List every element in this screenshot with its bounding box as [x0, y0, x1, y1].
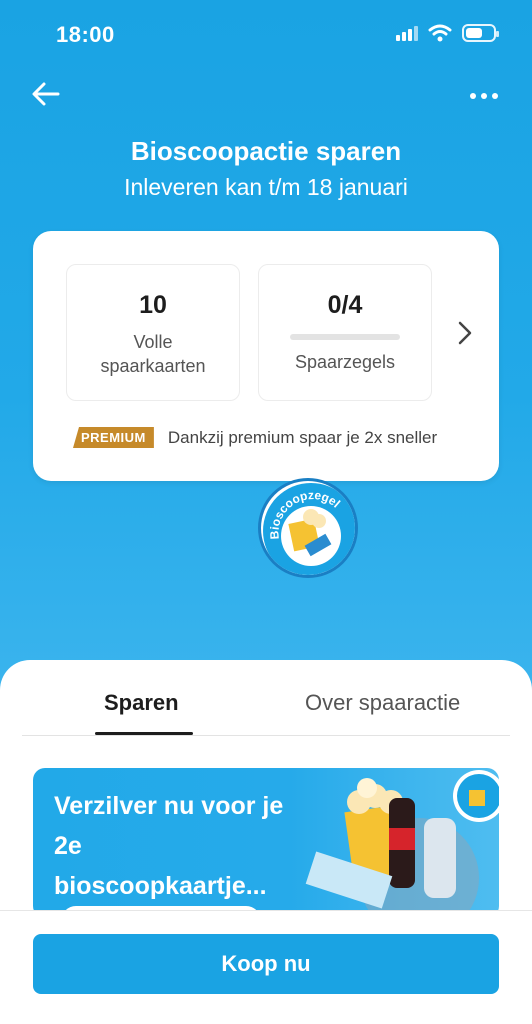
stamps-progress-bar	[290, 334, 400, 340]
battery-icon	[462, 24, 499, 42]
back-button[interactable]	[30, 78, 70, 112]
full-cards-stat[interactable]: 10 Volle spaarkaarten	[66, 264, 240, 401]
dot-icon	[470, 93, 476, 99]
status-icons	[396, 24, 499, 42]
footer-bar: Koop nu	[0, 910, 532, 1024]
more-options-button[interactable]	[464, 84, 504, 108]
page-subtitle: Inleveren kan t/m 18 januari	[124, 174, 408, 200]
stamps-stat[interactable]: 0/4 Spaarzegels	[258, 264, 432, 401]
promo-text: Verzilver nu voor je 2e bioscoopkaartje.…	[54, 792, 284, 900]
dot-icon	[492, 93, 498, 99]
stamps-label: Spaarzegels	[294, 352, 396, 372]
active-tab-indicator	[95, 732, 193, 735]
buy-now-button[interactable]: Koop nu	[33, 934, 499, 994]
page-title: Bioscoopactie sparen	[130, 136, 402, 166]
full-cards-value: 10	[139, 291, 167, 319]
tab-bar: Sparen Over spaaractie	[22, 684, 510, 736]
tab-over-spaaractie[interactable]: Over spaaractie	[305, 690, 460, 716]
full-cards-label: Volle spaarkaarten	[100, 332, 206, 376]
status-time: 18:00	[56, 22, 115, 47]
premium-text: Dankzij premium spaar je 2x sneller	[167, 427, 438, 447]
stamps-value: 0/4	[327, 291, 363, 319]
signal-icon	[396, 25, 418, 41]
premium-row: PREMIUM Dankzij premium spaar je 2x snel…	[73, 427, 437, 448]
dot-icon	[481, 93, 487, 99]
arrow-left-icon	[32, 82, 60, 106]
wifi-icon	[428, 24, 452, 42]
tab-sparen[interactable]: Sparen	[104, 690, 179, 716]
promo-banner[interactable]: Verzilver nu voor je 2e bioscoopkaartje.…	[33, 768, 499, 918]
promo-illustration	[305, 770, 499, 918]
premium-badge: PREMIUM	[73, 427, 154, 448]
stamp-logo-icon: Bioscoopzegel	[258, 478, 358, 578]
chevron-right-icon[interactable]	[455, 319, 475, 347]
savings-summary-card[interactable]: 10 Volle spaarkaarten 0/4 Spaarzegels PR…	[33, 231, 499, 481]
status-bar: 18:00	[0, 0, 532, 70]
